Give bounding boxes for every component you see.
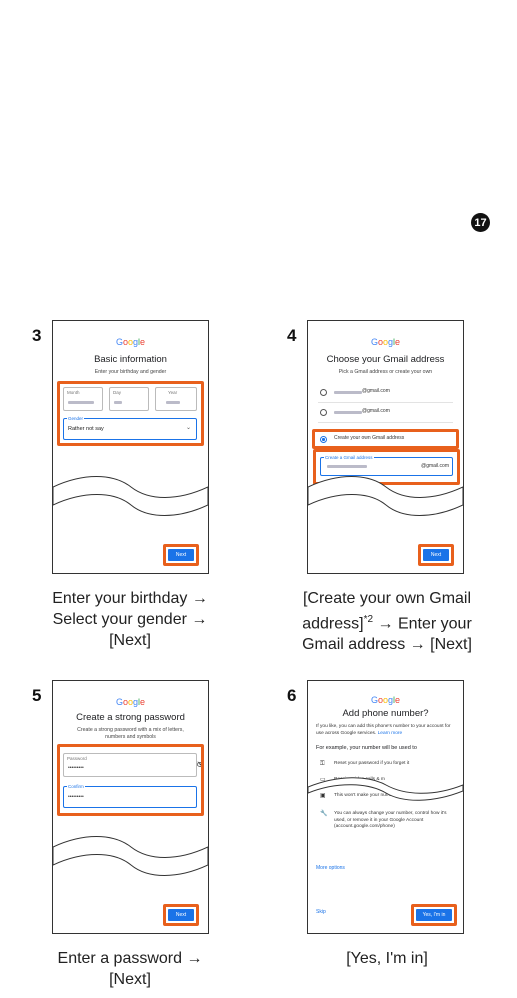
phone-screen-step-5: Google Create a strong password Create a… bbox=[52, 680, 209, 934]
learn-more-link[interactable]: Learn more bbox=[378, 731, 403, 736]
key-icon: ⚿ bbox=[320, 761, 325, 767]
next-button[interactable]: Next bbox=[423, 549, 449, 561]
google-logo: Google bbox=[115, 337, 146, 347]
yes-im-in-button[interactable]: Yes, I'm in bbox=[416, 909, 452, 921]
step-number-4: 4 bbox=[287, 326, 297, 345]
screen-title: Create a strong password bbox=[76, 712, 185, 723]
step-number-6: 6 bbox=[287, 686, 297, 705]
caption-line: address]*2 → Enter your bbox=[262, 609, 512, 634]
screen-subtitle: Enter your birthday and gender bbox=[94, 369, 167, 375]
caption-line: Gmail address → [Next] bbox=[302, 636, 472, 654]
create-own-highlight bbox=[312, 429, 459, 449]
phone-screen-step-6: Google Add phone number? If you like, yo… bbox=[307, 680, 464, 934]
next-button[interactable]: Next bbox=[168, 909, 194, 921]
caption-line: [Next] bbox=[109, 971, 151, 988]
option-2-label: @gmail.com bbox=[362, 408, 390, 414]
screen-subtitle: Create a strong password with a mix of l… bbox=[77, 727, 184, 740]
footnote-marker: *2 bbox=[363, 614, 374, 625]
cut-wave-divider bbox=[308, 476, 463, 516]
skip-button[interactable]: Skip bbox=[316, 909, 326, 915]
screen-title: Add phone number? bbox=[342, 708, 429, 719]
radio-option-1[interactable] bbox=[320, 389, 327, 396]
step-number-3: 3 bbox=[32, 326, 42, 345]
caption-line: Select your gender → bbox=[52, 611, 208, 628]
option-1-label: @gmail.com bbox=[362, 388, 390, 394]
more-options-link[interactable]: More options bbox=[316, 865, 345, 871]
intro-text: If you like, you can add this phone's nu… bbox=[316, 724, 454, 737]
screen-title: Choose your Gmail address bbox=[326, 354, 445, 365]
radio-option-2[interactable] bbox=[320, 409, 327, 416]
caption-line: [Next] bbox=[109, 632, 151, 649]
caption-step-3: Enter your birthday → Select your gender… bbox=[15, 588, 245, 651]
google-logo: Google bbox=[370, 695, 401, 705]
google-logo: Google bbox=[115, 697, 146, 707]
example-heading: For example, your number will be used to bbox=[316, 745, 417, 751]
phone-screen-step-4: Google Choose your Gmail address Pick a … bbox=[307, 320, 464, 574]
caption-step-6: [Yes, I'm in] bbox=[262, 948, 512, 969]
step-number-5: 5 bbox=[32, 686, 42, 705]
caption-part: address] bbox=[302, 615, 364, 633]
highlight-frame bbox=[57, 381, 204, 446]
wrench-icon: 🔧 bbox=[320, 811, 328, 817]
caption-line: Enter your birthday → bbox=[52, 590, 208, 607]
caption-step-4: [Create your own Gmail address]*2 → Ente… bbox=[262, 588, 512, 655]
cut-wave-divider bbox=[308, 777, 463, 801]
caption-line: [Yes, I'm in] bbox=[346, 950, 428, 967]
phone-screen-step-3: Google Basic information Enter your birt… bbox=[52, 320, 209, 574]
page-number-badge: 17 bbox=[471, 213, 490, 232]
item-change-number: You can always change your number, contr… bbox=[334, 811, 447, 829]
cut-wave-divider bbox=[53, 836, 208, 876]
cut-wave-divider bbox=[53, 476, 208, 516]
google-logo: Google bbox=[370, 337, 401, 347]
caption-part: → Enter your bbox=[373, 615, 472, 633]
item-reset-password: Reset your password if you forget it bbox=[334, 761, 410, 766]
screen-title: Basic information bbox=[94, 354, 167, 365]
screen-subtitle: Pick a Gmail address or create your own bbox=[338, 369, 433, 375]
next-button[interactable]: Next bbox=[168, 549, 194, 561]
password-highlight bbox=[57, 744, 204, 816]
caption-line: [Create your own Gmail bbox=[302, 590, 472, 607]
caption-step-5: Enter a password → [Next] bbox=[15, 948, 245, 990]
caption-line: Enter a password → bbox=[57, 950, 203, 967]
